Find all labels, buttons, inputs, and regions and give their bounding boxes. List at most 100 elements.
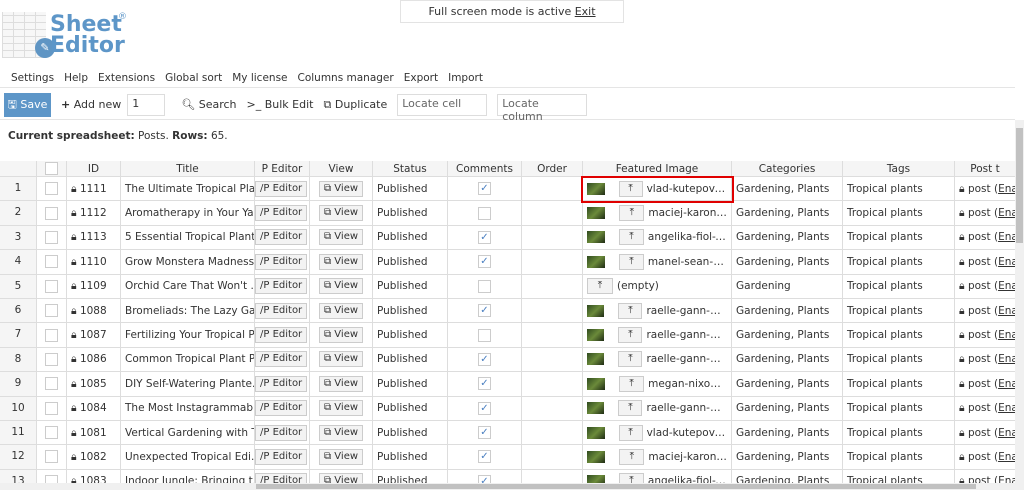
enable-link[interactable]: Enal — [998, 300, 1015, 322]
title-cell[interactable]: DIY Self-Watering Plante... — [121, 372, 255, 396]
menu-item-import[interactable]: Import — [443, 70, 488, 87]
row-checkbox[interactable] — [45, 230, 58, 244]
row-checkbox[interactable] — [45, 377, 58, 391]
wp-editor-button[interactable]: /P Editor — [255, 180, 308, 197]
row-checkbox[interactable] — [45, 255, 58, 269]
order-cell[interactable] — [522, 250, 583, 274]
status-cell[interactable]: Published — [373, 420, 448, 445]
enable-link[interactable]: Enal — [998, 226, 1015, 248]
enable-link[interactable]: Enal — [998, 348, 1015, 370]
view-button[interactable]: ⧉ View — [318, 253, 364, 270]
vertical-scroll-thumb[interactable] — [1016, 128, 1023, 243]
image-thumbnail[interactable] — [587, 402, 605, 415]
row-checkbox[interactable] — [45, 304, 58, 318]
column-header[interactable]: Post t — [955, 161, 1015, 176]
upload-icon[interactable]: ⤒ — [618, 400, 643, 417]
image-thumbnail[interactable] — [587, 377, 606, 390]
order-cell[interactable] — [522, 445, 583, 469]
locate-cell-input[interactable]: Locate cell — [397, 93, 488, 116]
status-cell[interactable]: Published — [373, 396, 448, 420]
title-cell[interactable]: Orchid Care That Won't ... — [121, 274, 255, 298]
upload-icon[interactable]: ⤒ — [618, 424, 643, 441]
wp-editor-button[interactable]: /P Editor — [255, 302, 308, 319]
enable-link[interactable]: Enal — [998, 324, 1015, 346]
comments-checkbox[interactable]: ✓ — [478, 450, 491, 464]
save-button[interactable]: 🖫 Save — [4, 92, 51, 117]
comments-checkbox[interactable]: ✓ — [478, 304, 491, 318]
order-cell[interactable] — [522, 225, 583, 250]
order-cell[interactable] — [522, 396, 583, 420]
column-header[interactable]: Status — [373, 161, 448, 176]
enable-link[interactable]: Enal — [998, 397, 1015, 419]
row-checkbox[interactable] — [45, 474, 58, 483]
wp-editor-button[interactable]: /P Editor — [255, 448, 308, 465]
tags-cell[interactable]: Tropical plants — [843, 323, 955, 347]
upload-icon[interactable]: ⤒ — [619, 205, 645, 222]
wp-editor-button[interactable]: /P Editor — [255, 278, 308, 295]
tags-cell[interactable]: Tropical plants — [843, 420, 955, 445]
horizontal-scrollbar[interactable] — [0, 483, 1015, 490]
title-cell[interactable]: Bromeliads: The Lazy Gar... — [121, 298, 255, 323]
categories-cell[interactable]: Gardening, Plants — [732, 396, 843, 420]
order-cell[interactable] — [522, 347, 583, 372]
tags-cell[interactable]: Tropical plants — [843, 372, 955, 396]
column-header[interactable]: Comments — [448, 161, 522, 176]
title-cell[interactable]: The Ultimate Tropical Pla... — [121, 177, 255, 201]
menu-item-my-license[interactable]: My license — [227, 70, 292, 87]
status-cell[interactable]: Published — [373, 250, 448, 274]
enable-link[interactable]: Enal — [998, 178, 1015, 200]
comments-checkbox[interactable]: ✓ — [478, 426, 491, 440]
comments-checkbox[interactable]: ✓ — [478, 255, 491, 269]
title-cell[interactable]: Grow Monstera Madness... — [121, 250, 255, 274]
horizontal-scroll-thumb[interactable] — [256, 484, 976, 489]
image-thumbnail[interactable] — [587, 450, 606, 463]
column-header[interactable]: Featured Image — [583, 161, 732, 176]
tags-cell[interactable]: Tropical plants — [843, 250, 955, 274]
status-cell[interactable]: Published — [373, 372, 448, 396]
upload-icon[interactable]: ⤒ — [619, 229, 644, 246]
categories-cell[interactable]: Gardening, Plants — [732, 177, 843, 201]
image-thumbnail[interactable] — [587, 207, 606, 220]
upload-icon[interactable]: ⤒ — [587, 278, 613, 295]
menu-item-extensions[interactable]: Extensions — [93, 70, 160, 87]
enable-link[interactable]: Enal — [998, 373, 1015, 395]
categories-cell[interactable]: Gardening, Plants — [732, 420, 843, 445]
row-checkbox[interactable] — [45, 206, 58, 220]
enable-link[interactable]: Enal — [998, 202, 1015, 224]
row-checkbox[interactable] — [45, 328, 58, 342]
categories-cell[interactable]: Gardening, Plants — [732, 225, 843, 250]
add-new-button[interactable]: + Add new — [61, 98, 121, 111]
title-cell[interactable]: Unexpected Tropical Edi... — [121, 445, 255, 469]
order-cell[interactable] — [522, 372, 583, 396]
categories-cell[interactable]: Gardening, Plants — [732, 298, 843, 323]
view-button[interactable]: ⧉ View — [318, 424, 364, 441]
categories-cell[interactable]: Gardening — [732, 274, 843, 298]
view-button[interactable]: ⧉ View — [318, 205, 364, 222]
view-button[interactable]: ⧉ View — [318, 473, 364, 483]
status-cell[interactable]: Published — [373, 201, 448, 225]
column-header[interactable]: Order — [522, 161, 583, 176]
upload-icon[interactable]: ⤒ — [619, 448, 645, 465]
image-thumbnail[interactable] — [587, 426, 605, 439]
column-header[interactable]: ID — [67, 161, 121, 176]
column-header[interactable]: Tags — [843, 161, 955, 176]
duplicate-button[interactable]: ⧉ Duplicate — [323, 98, 387, 112]
menu-item-export[interactable]: Export — [399, 70, 443, 87]
status-cell[interactable]: Published — [373, 274, 448, 298]
order-cell[interactable] — [522, 177, 583, 201]
categories-cell[interactable]: Gardening, Plants — [732, 323, 843, 347]
tags-cell[interactable]: Tropical plants — [843, 225, 955, 250]
locate-column-input[interactable]: Locate column — [497, 93, 588, 123]
bulk-edit-button[interactable]: >_ Bulk Edit — [247, 98, 314, 111]
select-all-checkbox[interactable] — [45, 162, 58, 175]
view-button[interactable]: ⧉ View — [318, 302, 364, 319]
image-thumbnail[interactable] — [587, 304, 605, 317]
title-cell[interactable]: Fertilizing Your Tropical P... — [121, 323, 255, 347]
title-cell[interactable]: Indoor Jungle: Bringing t... — [121, 469, 255, 483]
comments-checkbox[interactable]: ✓ — [478, 474, 491, 483]
view-button[interactable]: ⧉ View — [318, 278, 364, 295]
view-button[interactable]: ⧉ View — [318, 229, 364, 246]
enable-link[interactable]: Enal — [998, 422, 1015, 444]
categories-cell[interactable]: Gardening, Plants — [732, 250, 843, 274]
categories-cell[interactable]: Gardening, Plants — [732, 445, 843, 469]
